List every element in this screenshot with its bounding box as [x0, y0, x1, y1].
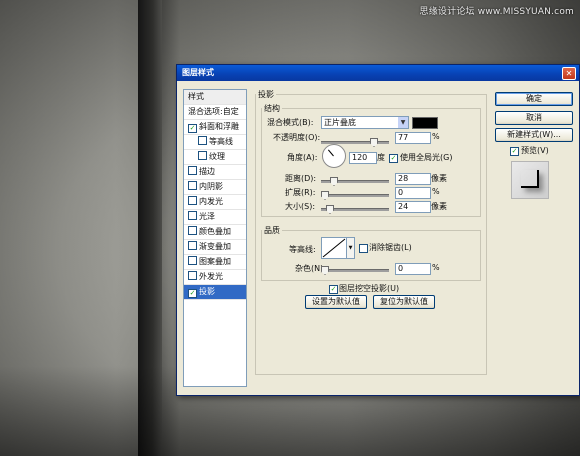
- distance-unit: 像素: [431, 174, 447, 183]
- style-list-item[interactable]: 图案叠加: [184, 255, 246, 270]
- size-slider[interactable]: [321, 205, 389, 214]
- global-light-checkbox[interactable]: ✓: [389, 154, 398, 163]
- preview-checkbox[interactable]: ✓: [510, 147, 519, 156]
- style-item-label: 颜色叠加: [199, 227, 231, 236]
- global-light-label: 使用全局光(G): [400, 153, 453, 162]
- spread-label: 扩展(R):: [285, 188, 316, 197]
- layer-style-dialog: 图层样式 ✕ 样式 混合选项:自定 ✓ 斜面和浮雕 等高线 纹理 描边 内阴影 内发光 光泽 颜色…: [176, 64, 580, 396]
- style-item-checkbox[interactable]: [188, 196, 197, 205]
- angle-label: 角度(A):: [287, 153, 318, 162]
- drop-shadow-panel: 投影 结构 混合模式(B): 正片叠底 ▼ 不透明度(O): 77 % 角度(A…: [255, 89, 487, 389]
- style-item-checkbox[interactable]: [188, 181, 197, 190]
- blend-mode-select[interactable]: 正片叠底 ▼: [321, 116, 409, 129]
- structure-title: 结构: [264, 104, 280, 113]
- noise-slider[interactable]: [321, 266, 389, 275]
- anti-alias-checkbox[interactable]: [359, 244, 368, 253]
- style-list-item[interactable]: 颜色叠加: [184, 225, 246, 240]
- style-item-label: 内发光: [199, 197, 223, 206]
- distance-label: 距离(D):: [285, 174, 317, 183]
- knockout-checkbox[interactable]: ✓: [329, 285, 338, 294]
- style-list-header[interactable]: 样式: [184, 90, 246, 105]
- opacity-unit: %: [432, 132, 440, 141]
- style-list-item[interactable]: 混合选项:自定: [184, 105, 246, 120]
- preview-shape: [521, 170, 539, 188]
- style-item-checkbox[interactable]: [198, 136, 207, 145]
- style-item-label: 描边: [199, 167, 215, 176]
- style-list-item[interactable]: 纹理: [184, 150, 246, 165]
- dialog-titlebar[interactable]: 图层样式 ✕: [177, 65, 579, 81]
- cancel-button[interactable]: 取消: [495, 111, 573, 125]
- opacity-label: 不透明度(O):: [273, 133, 321, 142]
- style-item-label: 纹理: [209, 152, 225, 161]
- style-list-item[interactable]: 外发光: [184, 270, 246, 285]
- close-button[interactable]: ✕: [562, 67, 576, 80]
- style-preview-thumbnail: [511, 161, 549, 199]
- style-item-checkbox[interactable]: [198, 151, 207, 160]
- style-item-checkbox[interactable]: [188, 211, 197, 220]
- make-default-button[interactable]: 设置为默认值: [305, 295, 367, 309]
- style-item-checkbox[interactable]: ✓: [188, 289, 197, 298]
- shadow-color-swatch[interactable]: [412, 117, 438, 129]
- angle-dial[interactable]: [322, 144, 346, 168]
- style-item-label: 斜面和浮雕: [199, 122, 239, 131]
- contour-curve-icon: [322, 238, 346, 258]
- style-item-checkbox[interactable]: [188, 166, 197, 175]
- style-list-item[interactable]: 内阴影: [184, 180, 246, 195]
- style-item-label: 混合选项:自定: [188, 107, 239, 116]
- angle-input[interactable]: 120: [349, 152, 377, 164]
- watermark: 思缘设计论坛 www.MISSYUAN.com: [419, 7, 574, 17]
- contour-dropdown-arrow[interactable]: ▼: [346, 237, 355, 259]
- style-list-item[interactable]: ✓ 斜面和浮雕: [184, 120, 246, 135]
- style-item-label: 外发光: [199, 272, 223, 281]
- angle-dial-needle: [327, 149, 334, 157]
- new-style-button[interactable]: 新建样式(W)...: [495, 128, 573, 142]
- style-item-checkbox[interactable]: [188, 256, 197, 265]
- drop-shadow-title: 投影: [258, 90, 274, 99]
- style-item-checkbox[interactable]: [188, 226, 197, 235]
- style-list-item[interactable]: 光泽: [184, 210, 246, 225]
- style-list-item[interactable]: 渐变叠加: [184, 240, 246, 255]
- reset-default-button[interactable]: 复位为默认值: [373, 295, 435, 309]
- blend-mode-label: 混合模式(B):: [267, 118, 314, 127]
- style-item-checkbox[interactable]: ✓: [188, 124, 197, 133]
- style-list-item[interactable]: 描边: [184, 165, 246, 180]
- angle-unit: 度: [377, 153, 385, 162]
- style-list-item[interactable]: 等高线: [184, 135, 246, 150]
- style-list-item[interactable]: 内发光: [184, 195, 246, 210]
- noise-input[interactable]: 0: [395, 263, 431, 275]
- blend-mode-value: 正片叠底: [324, 118, 356, 127]
- contour-picker[interactable]: [321, 237, 347, 259]
- distance-input[interactable]: 28: [395, 173, 431, 185]
- opacity-input[interactable]: 77: [395, 132, 431, 144]
- anti-alias-label: 消除锯齿(L): [369, 243, 412, 252]
- size-label: 大小(S):: [285, 202, 316, 211]
- style-item-label: 渐变叠加: [199, 242, 231, 251]
- ok-button[interactable]: 确定: [495, 92, 573, 106]
- contour-label: 等高线:: [289, 245, 316, 254]
- quality-title: 品质: [264, 226, 280, 235]
- style-item-label: 投影: [199, 287, 215, 296]
- distance-slider[interactable]: [321, 177, 389, 186]
- style-list-item[interactable]: ✓ 投影: [184, 285, 246, 300]
- dialog-title: 图层样式: [182, 68, 214, 77]
- style-item-label: 内阴影: [199, 182, 223, 191]
- size-unit: 像素: [431, 202, 447, 211]
- spread-input[interactable]: 0: [395, 187, 431, 199]
- spread-slider[interactable]: [321, 191, 389, 200]
- style-item-checkbox[interactable]: [188, 241, 197, 250]
- style-item-checkbox[interactable]: [188, 271, 197, 280]
- chevron-down-icon: ▼: [398, 117, 408, 128]
- style-list: 样式 混合选项:自定 ✓ 斜面和浮雕 等高线 纹理 描边 内阴影 内发光 光泽 颜色叠加 渐变叠加图…: [183, 89, 247, 387]
- spread-unit: %: [432, 187, 440, 196]
- preview-label: 预览(V): [521, 146, 549, 155]
- style-item-label: 图案叠加: [199, 257, 231, 266]
- noise-unit: %: [432, 263, 440, 272]
- knockout-label: 图层挖空投影(U): [339, 284, 400, 293]
- style-item-label: 光泽: [199, 212, 215, 221]
- style-item-label: 等高线: [209, 137, 233, 146]
- size-input[interactable]: 24: [395, 201, 431, 213]
